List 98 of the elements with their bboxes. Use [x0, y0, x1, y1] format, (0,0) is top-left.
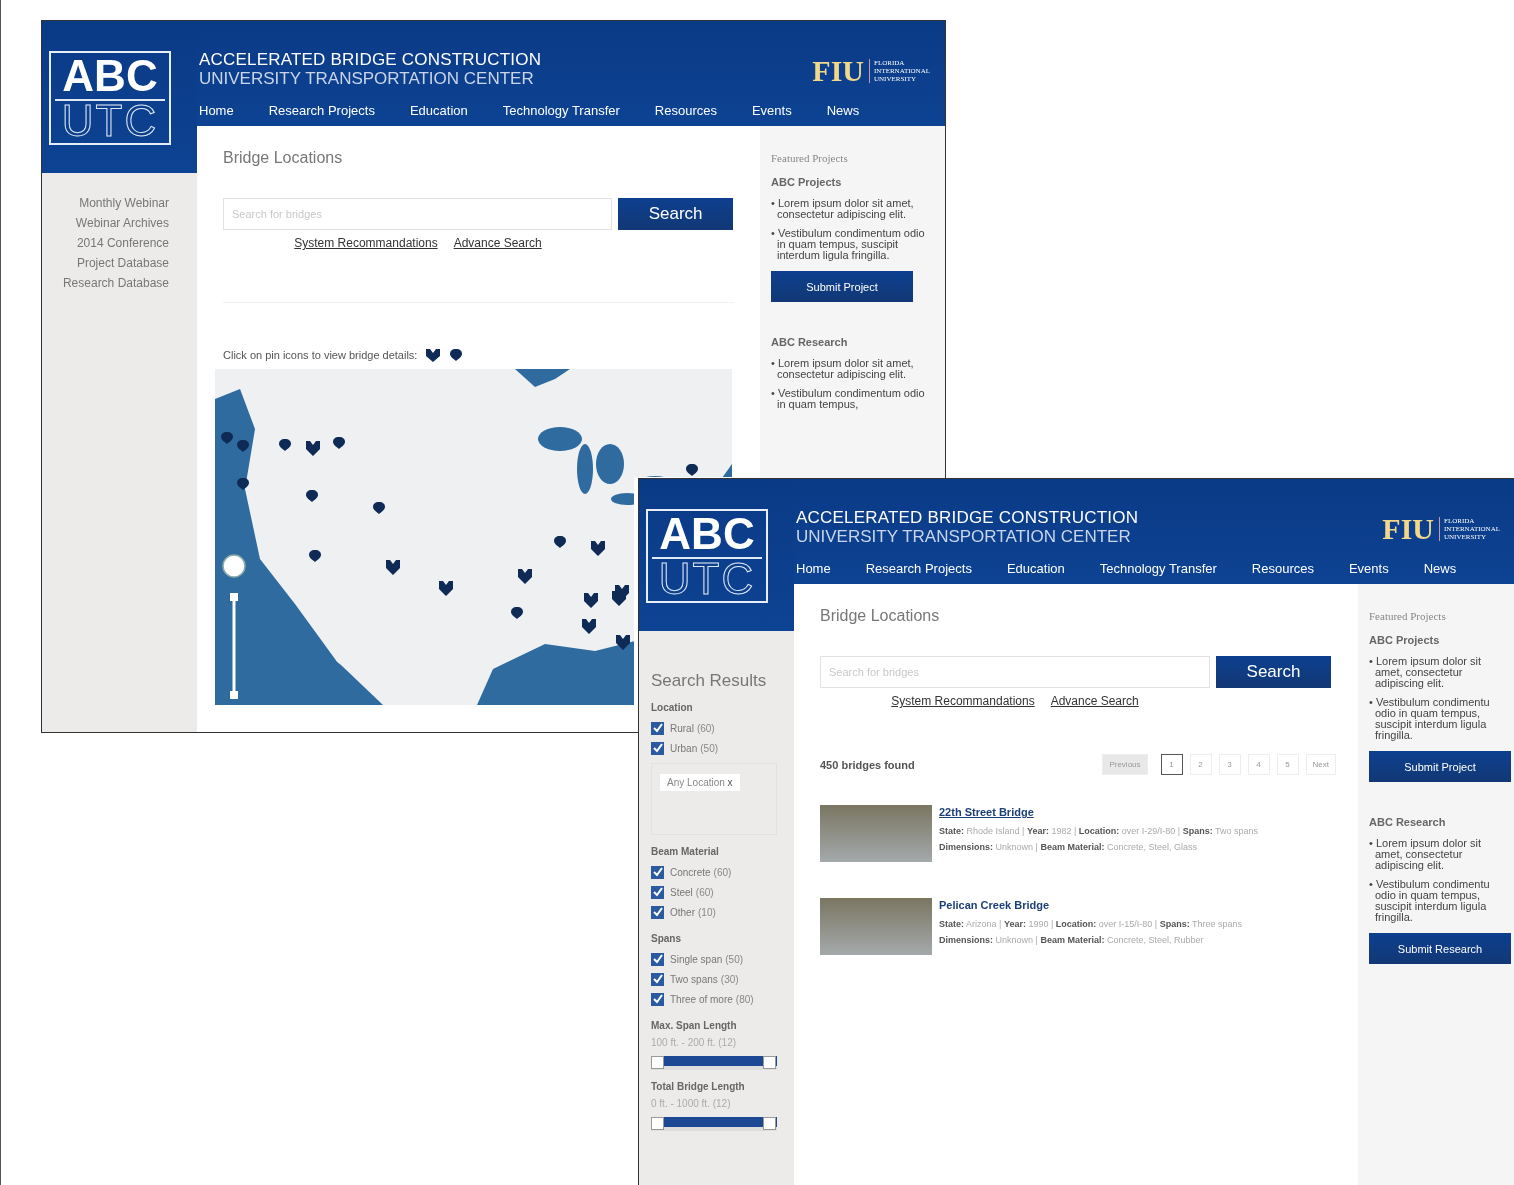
featured-item: • Vestibulum condimentum odio in quam tempus, suscipit interdum ligula fringilla.: [771, 228, 926, 261]
location-tag[interactable]: Any Location x: [660, 774, 740, 791]
option-count: (30): [720, 973, 739, 985]
range-reading: 0 ft. - 1000 ft. (12): [651, 1097, 732, 1111]
search-link[interactable]: System Recommandations: [891, 692, 1035, 710]
featured-section-title: ABC Research: [1369, 816, 1447, 828]
checkbox[interactable]: [651, 741, 664, 755]
submit-button[interactable]: Submit Project: [771, 271, 913, 302]
option-count: (80): [735, 993, 754, 1005]
pin-icon: [449, 348, 464, 362]
featured-item: • Lorem ipsum dolor sit amet, consectetur adipiscing elit.: [1369, 656, 1483, 689]
checkbox[interactable]: [651, 972, 664, 986]
nav-link[interactable]: Resources: [1251, 559, 1314, 579]
option-count: (60): [695, 886, 714, 898]
nav-link[interactable]: Home: [796, 559, 831, 579]
featured-heading: Featured Projects: [1369, 610, 1447, 622]
nav-link[interactable]: Research Projects: [865, 559, 972, 579]
featured-item: • Vestibulum condimentum odio in quam tempus,: [771, 388, 926, 410]
nav-link[interactable]: Technology Transfer: [502, 101, 620, 121]
filter-title: Beam Material: [651, 845, 720, 859]
option-count: (50): [725, 953, 744, 965]
nav-link[interactable]: Events: [1348, 559, 1389, 579]
filter-title: Location: [651, 701, 694, 715]
option-count: (60): [696, 722, 715, 734]
result-title[interactable]: Pelican Creek Bridge: [939, 898, 1243, 912]
option-count: (50): [700, 742, 719, 754]
site-logo[interactable]: ABC UTC: [49, 51, 171, 145]
nav-link[interactable]: Education: [409, 101, 468, 121]
page-title: Bridge Locations: [223, 148, 344, 168]
featured-heading: Featured Projects: [771, 152, 849, 164]
nav-link[interactable]: Education: [1006, 559, 1065, 579]
result-details: State: Rhode Island | Year: 1982 | Location: over I-29/I-80 | Spans: Two spans: [939, 825, 1259, 838]
filter-title: Total Bridge Length: [651, 1080, 746, 1094]
map-drawing[interactable]: [215, 477, 634, 705]
result-title[interactable]: 22th Street Bridge: [939, 805, 1259, 819]
featured-section-title: ABC Projects: [771, 176, 843, 188]
nav-link[interactable]: Home: [199, 101, 234, 121]
sidebar-link[interactable]: 2014 Conference: [76, 233, 169, 253]
bridge-pin-icon: [425, 347, 442, 363]
option-label: Two spans: [670, 973, 718, 985]
submit-button[interactable]: Submit Research: [1369, 933, 1511, 964]
map-caption: Click on pin icons to view bridge details:: [223, 349, 418, 361]
map-drawing[interactable]: [215, 369, 732, 477]
featured-item: • Lorem ipsum dolor sit amet, consectetur adipiscing elit.: [1369, 838, 1483, 871]
site-logo[interactable]: ABC UTC: [646, 509, 768, 603]
checkbox[interactable]: [651, 952, 664, 966]
option-label: Urban: [670, 742, 698, 754]
sidebar-title: Search Results: [651, 671, 768, 691]
search-link[interactable]: Advance Search: [1050, 692, 1139, 710]
checkbox[interactable]: [651, 992, 664, 1006]
search-button[interactable]: Search: [618, 198, 733, 230]
option-label: Three of more: [670, 993, 733, 1005]
sidebar-link[interactable]: Webinar Archives: [75, 213, 169, 233]
result-details: Dimensions: Unknown | Beam Material: Concrete, Steel, Glass: [939, 841, 1198, 854]
checkbox[interactable]: [651, 885, 664, 899]
featured-section-title: ABC Research: [771, 336, 849, 348]
option-label: Concrete: [670, 866, 711, 878]
featured-item: • Vestibulum condimentu odio in quam tempus, suscipit interdum ligula fringilla.: [1369, 879, 1491, 923]
range-slider[interactable]: [651, 1117, 777, 1131]
option-label: Steel: [670, 886, 693, 898]
site-title: ACCELERATED BRIDGE CONSTRUCTION: [796, 508, 1139, 527]
nav-link[interactable]: Research Projects: [268, 101, 375, 121]
featured-section-title: ABC Projects: [1369, 634, 1441, 646]
filter-title: Spans: [651, 932, 682, 946]
featured-item: • Vestibulum condimentu odio in quam tempus, suscipit interdum ligula fringilla.: [1369, 697, 1491, 741]
sidebar-link[interactable]: Monthly Webinar: [79, 193, 169, 213]
checkbox[interactable]: [651, 905, 664, 919]
nav-link[interactable]: Events: [751, 101, 792, 121]
search-button[interactable]: Search: [1216, 656, 1331, 688]
site-subtitle: UNIVERSITY TRANSPORTATION CENTER: [199, 69, 535, 88]
option-label: Rural: [670, 722, 694, 734]
featured-item: • Lorem ipsum dolor sit amet, consectetur adipiscing elit.: [771, 358, 915, 380]
checkbox[interactable]: [651, 865, 664, 879]
result-details: State: Arizona | Year: 1990 | Location: over I-15/I-80 | Spans: Three spans: [939, 918, 1243, 931]
nav-link[interactable]: News: [1423, 559, 1457, 579]
search-link[interactable]: System Recommandations: [294, 234, 438, 252]
page-title: Bridge Locations: [820, 606, 941, 626]
submit-button[interactable]: Submit Project: [1369, 751, 1511, 782]
option-label: Single span: [670, 953, 723, 965]
option-count: (60): [713, 866, 732, 878]
site-subtitle: UNIVERSITY TRANSPORTATION CENTER: [796, 527, 1132, 546]
checkbox[interactable]: [651, 721, 664, 735]
tag-field[interactable]: Any Location x: [651, 763, 777, 835]
nav-link[interactable]: Resources: [654, 101, 717, 121]
nav-link[interactable]: News: [826, 101, 860, 121]
nav-link[interactable]: Technology Transfer: [1099, 559, 1217, 579]
results-count: 450 bridges found: [820, 758, 915, 771]
site-title: ACCELERATED BRIDGE CONSTRUCTION: [199, 50, 542, 69]
option-count: (10): [698, 906, 716, 918]
range-slider[interactable]: [651, 1056, 777, 1070]
result-details: Dimensions: Unknown | Beam Material: Concrete, Steel, Rubber: [939, 934, 1205, 947]
featured-item: • Lorem ipsum dolor sit amet, consectetur adipiscing elit.: [771, 198, 915, 220]
sidebar-link[interactable]: Research Database: [62, 273, 169, 293]
option-label: Other: [670, 906, 695, 918]
search-link[interactable]: Advance Search: [453, 234, 542, 252]
range-reading: 100 ft. - 200 ft. (12): [651, 1036, 738, 1050]
sidebar-link[interactable]: Project Database: [76, 253, 169, 273]
filter-title: Max. Span Length: [651, 1019, 738, 1033]
